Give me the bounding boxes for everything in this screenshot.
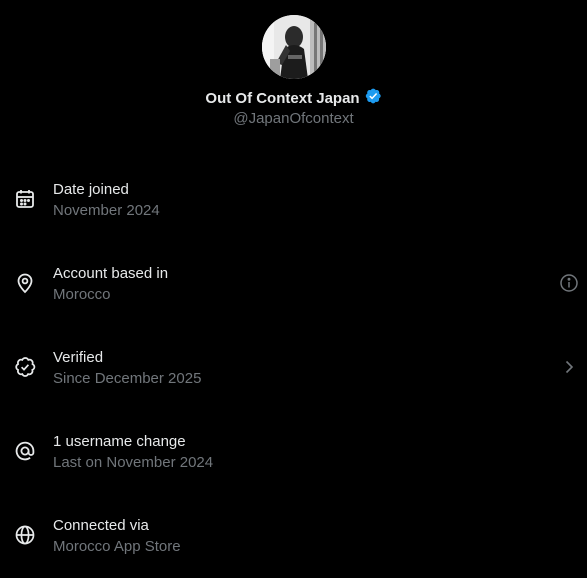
at-sign-icon	[14, 440, 36, 462]
globe-icon	[14, 524, 36, 546]
row-subtitle: Since December 2025	[53, 370, 202, 387]
row-date-joined: Date joined November 2024	[0, 158, 587, 242]
row-title: Date joined	[53, 181, 129, 198]
avatar[interactable]	[261, 15, 326, 79]
row-subtitle: Morocco App Store	[53, 538, 181, 555]
verified-badge-icon	[14, 356, 36, 378]
calendar-icon	[14, 188, 36, 210]
row-subtitle: Last on November 2024	[53, 454, 214, 471]
avatar-image	[261, 15, 326, 79]
row-text: Account based in Morocco	[53, 265, 168, 304]
row-text: 1 username change Last on November 2024	[53, 433, 213, 472]
row-text: Date joined November 2024	[53, 181, 160, 220]
row-subtitle: November 2024	[53, 202, 160, 219]
info-icon[interactable]	[559, 273, 579, 293]
row-text: Verified Since December 2025	[53, 349, 201, 388]
row-title: Verified	[53, 349, 104, 366]
row-account-based-in[interactable]: Account based in Morocco	[0, 242, 587, 326]
row-text: Connected via Morocco App Store	[53, 517, 181, 556]
account-info-list: Date joined November 2024 Account based …	[0, 158, 587, 578]
row-title: 1 username change	[53, 433, 186, 450]
chevron-right-icon[interactable]	[559, 357, 579, 377]
display-name: Out Of Context Japan	[205, 89, 360, 107]
row-username-change: 1 username change Last on November 2024	[0, 410, 587, 494]
row-connected-via: Connected via Morocco App Store	[0, 494, 587, 578]
row-title: Connected via	[53, 517, 149, 534]
name-row: Out Of Context Japan	[205, 88, 381, 108]
row-title: Account based in	[53, 265, 169, 282]
profile-header: Out Of Context Japan @JapanOfcontext	[0, 0, 587, 127]
row-verified[interactable]: Verified Since December 2025	[0, 326, 587, 410]
row-subtitle: Morocco	[53, 286, 111, 303]
handle: @JapanOfcontext	[233, 110, 354, 127]
verified-badge-icon	[364, 87, 382, 110]
location-pin-icon	[14, 272, 36, 294]
